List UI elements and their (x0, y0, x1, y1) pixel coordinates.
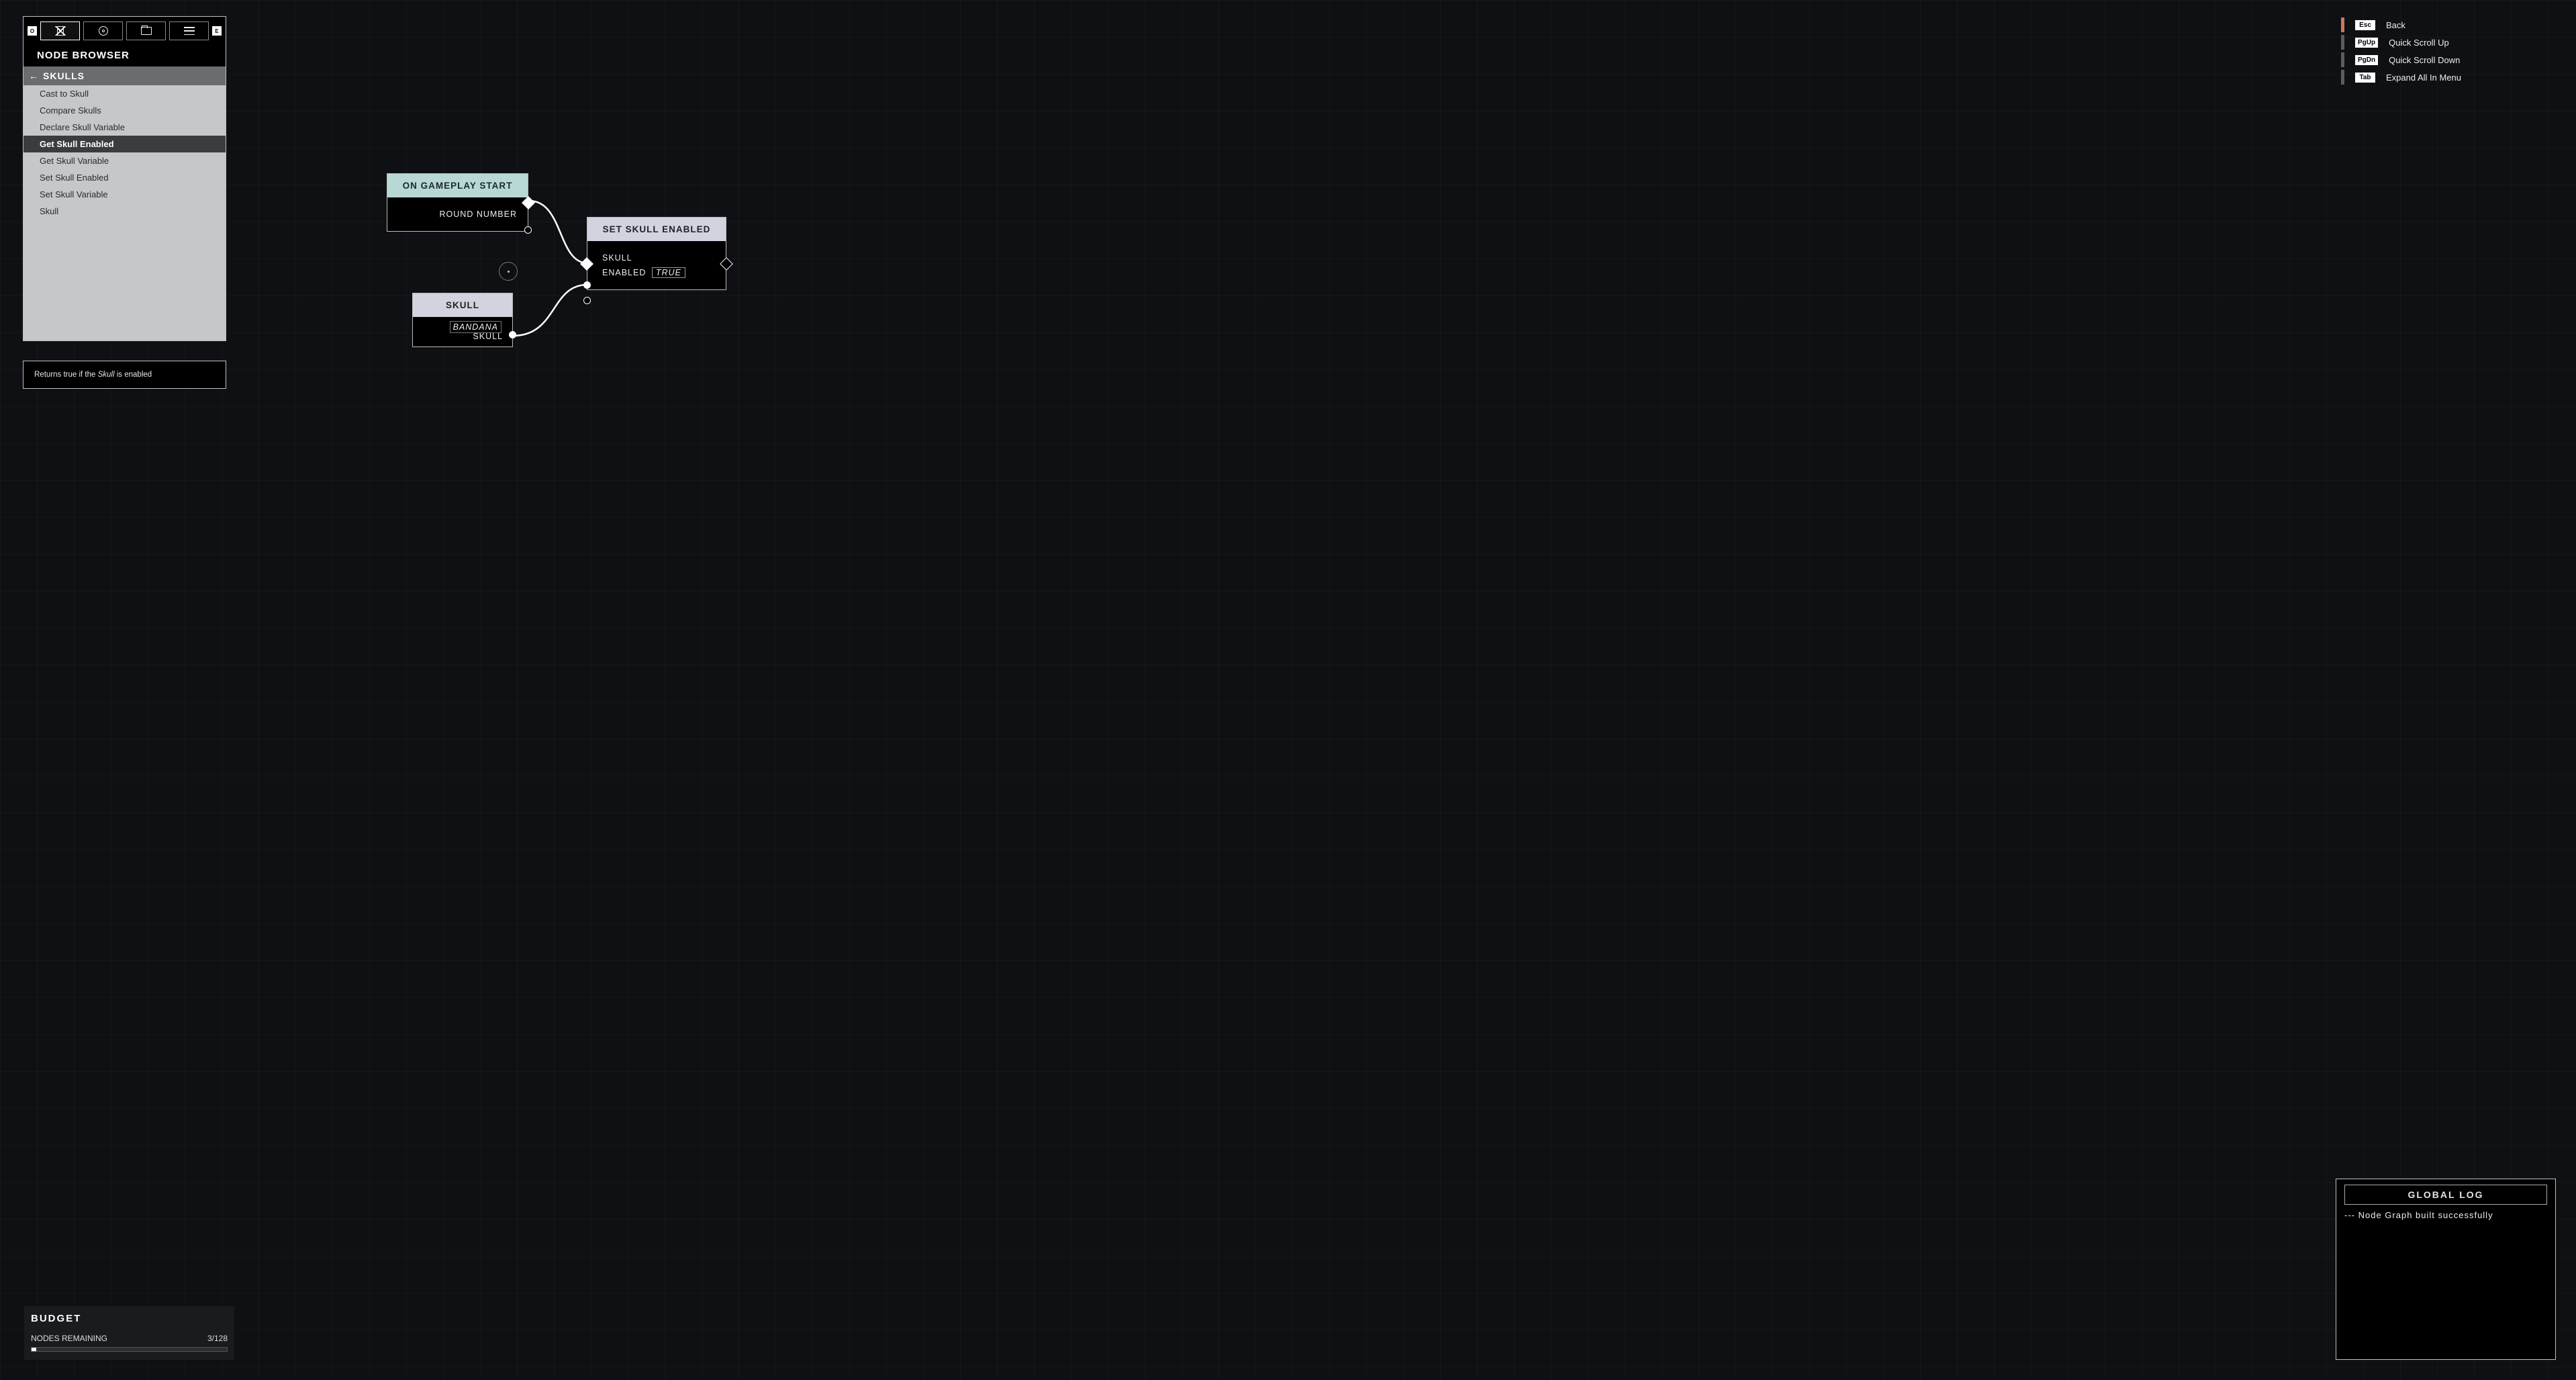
hotkey-accent-bar (2341, 70, 2344, 85)
node-description-panel: Returns true if the Skull is enabled (23, 361, 226, 389)
list-item[interactable]: Cast to Skull (23, 85, 226, 102)
gear-icon (99, 26, 108, 36)
data-out-pin-icon[interactable] (509, 331, 516, 338)
budget-row-value: 3/128 (207, 1334, 228, 1343)
hotkey-key: Esc (2355, 20, 2375, 30)
node-input-value: TRUE (652, 267, 685, 278)
node-set-skull-enabled[interactable]: SET SKULL ENABLED SKULL ENABLED TRUE (587, 217, 726, 290)
hotkey-label: Quick Scroll Up (2389, 38, 2449, 48)
log-line: --- Node Graph built successfully (2344, 1210, 2547, 1220)
list-item[interactable]: Compare Skulls (23, 102, 226, 119)
tab-nodes[interactable] (40, 21, 80, 40)
hotkey-label: Quick Scroll Down (2389, 55, 2460, 65)
list-item[interactable]: Get Skull Variable (23, 152, 226, 169)
budget-bar-fill (32, 1348, 36, 1351)
hotkey-key: PgUp (2355, 38, 2378, 48)
desc-text: is enabled (115, 371, 152, 379)
desc-em: Skull (98, 371, 115, 379)
tab-settings[interactable] (83, 21, 123, 40)
desc-text: Returns true if the (34, 371, 98, 379)
context-menu-dot-icon[interactable] (499, 262, 518, 281)
browser-title: NODE BROWSER (23, 43, 226, 66)
browser-empty-area (23, 220, 226, 339)
hotkey-accent-bar (2341, 17, 2344, 32)
node-title: SET SKULL ENABLED (587, 218, 726, 241)
browser-category-label: SKULLS (43, 71, 85, 81)
tab-files[interactable] (126, 21, 166, 40)
global-log-panel: GLOBAL LOG --- Node Graph built successf… (2336, 1179, 2556, 1360)
hotkey-row: Esc Back (2341, 17, 2556, 32)
browser-tab-bar: O E (23, 17, 226, 43)
node-input-enabled[interactable]: ENABLED TRUE (602, 268, 726, 277)
node-skull[interactable]: SKULL BANDANA SKULL (412, 293, 513, 347)
list-item[interactable]: Set Skull Variable (23, 186, 226, 203)
hotkey-label: Expand All In Menu (2386, 73, 2461, 83)
browser-list: ← SKULLS Cast to SkullCompare SkullsDecl… (23, 66, 226, 340)
browser-category-header[interactable]: ← SKULLS (23, 66, 226, 85)
node-title: ON GAMEPLAY START (387, 174, 528, 197)
budget-title: BUDGET (31, 1313, 228, 1324)
right-bumper-hint: E (212, 26, 222, 36)
hotkey-key: PgDn (2355, 55, 2378, 65)
log-title-box: GLOBAL LOG (2344, 1185, 2547, 1205)
node-on-gameplay-start[interactable]: ON GAMEPLAY START ROUND NUMBER (387, 173, 528, 232)
data-in-pin-icon[interactable] (583, 297, 591, 304)
data-out-pin-icon[interactable] (524, 226, 532, 234)
list-item[interactable]: Declare Skull Variable (23, 119, 226, 136)
list-item[interactable]: Set Skull Enabled (23, 169, 226, 186)
hotkey-label: Back (2386, 20, 2405, 30)
data-in-pin-icon[interactable] (583, 281, 591, 289)
list-item[interactable]: Get Skull Enabled (23, 136, 226, 152)
node-browser-panel: O E NODE BROWSER ← SKULLS Cast to SkullC… (23, 16, 226, 341)
node-output-label: SKULL (473, 332, 503, 341)
node-output-round-number[interactable]: ROUND NUMBER (387, 197, 528, 231)
hotkey-legend: Esc Back PgUp Quick Scroll Up PgDn Quick Scro… (2341, 17, 2556, 87)
hotkey-accent-bar (2341, 35, 2344, 50)
node-title: SKULL (413, 293, 512, 317)
back-arrow-icon: ← (29, 71, 39, 81)
log-title: GLOBAL LOG (2345, 1189, 2546, 1200)
hotkey-row: PgUp Quick Scroll Up (2341, 35, 2556, 50)
hotkey-key: Tab (2355, 73, 2375, 83)
hotkey-row: Tab Expand All In Menu (2341, 70, 2556, 85)
tab-menu[interactable] (169, 21, 209, 40)
node-input-skull[interactable]: SKULL (602, 253, 726, 263)
node-output-skull[interactable]: BANDANA SKULL (413, 317, 512, 347)
box-icon (55, 26, 66, 36)
budget-panel: BUDGET NODES REMAINING 3/128 (24, 1306, 234, 1360)
list-item[interactable]: Skull (23, 203, 226, 220)
budget-bar (31, 1347, 228, 1352)
folder-icon (141, 27, 152, 35)
hotkey-accent-bar (2341, 52, 2344, 67)
node-input-label: ENABLED (602, 268, 646, 277)
budget-row-label: NODES REMAINING (31, 1334, 107, 1343)
menu-icon (184, 27, 195, 35)
left-bumper-hint: O (28, 26, 37, 36)
hotkey-row: PgDn Quick Scroll Down (2341, 52, 2556, 67)
budget-row: NODES REMAINING 3/128 (31, 1334, 228, 1343)
